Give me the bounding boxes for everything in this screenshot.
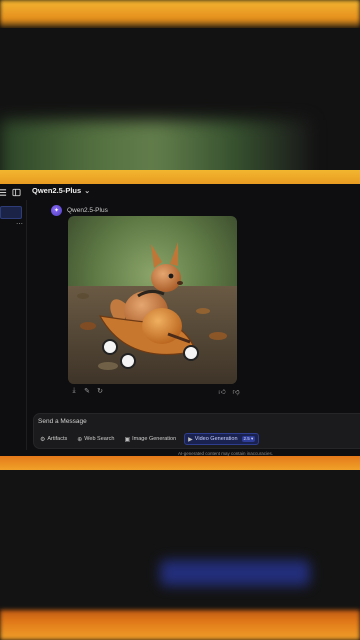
blurred-lower-area bbox=[0, 468, 360, 610]
image-generation-label: Image Generation bbox=[132, 436, 177, 442]
image-generation-chip[interactable]: ▣ Image Generation bbox=[122, 434, 178, 444]
assistant-name: Qwen2.5-Plus bbox=[67, 207, 108, 214]
image-actions-right: 👍︎ 👎︎ bbox=[218, 387, 240, 396]
qwen-logo-icon: ✦ bbox=[51, 205, 62, 216]
sidebar-menu-icon[interactable] bbox=[0, 186, 8, 198]
edit-icon[interactable]: ✎ bbox=[83, 387, 91, 395]
toggle-sidebar-icon[interactable] bbox=[10, 186, 22, 198]
chevron-down-icon: ⌄ bbox=[84, 187, 91, 195]
video-icon: ▶ bbox=[188, 436, 193, 443]
tool-chips: ⚙ Artifacts ⊕ Web Search ▣ Image Generat… bbox=[38, 433, 260, 445]
frame-top-border bbox=[0, 170, 360, 184]
refresh-icon[interactable]: ↻ bbox=[96, 387, 104, 395]
blurred-bottom-band bbox=[0, 610, 360, 640]
blurred-top-band bbox=[0, 0, 360, 28]
artifacts-icon: ⚙ bbox=[40, 436, 46, 443]
generated-image[interactable] bbox=[68, 216, 237, 384]
model-selector[interactable]: Qwen2.5-Plus ⌄ bbox=[32, 186, 90, 195]
download-icon[interactable]: ⤓ bbox=[70, 387, 78, 395]
sidebar bbox=[0, 200, 27, 450]
blurred-upper-area bbox=[0, 28, 360, 198]
video-version-badge[interactable]: 2.5 ▾ bbox=[241, 436, 256, 442]
message-input[interactable]: Send a Message bbox=[38, 418, 87, 425]
artifacts-label: Artifacts bbox=[47, 436, 68, 442]
disclaimer-text: AI-generated content may contain inaccur… bbox=[178, 451, 274, 456]
image-actions-left: ⤓ ✎ ↻ bbox=[70, 387, 104, 395]
thumbs-up-icon[interactable]: 👍︎ bbox=[218, 387, 226, 396]
artifacts-chip[interactable]: ⚙ Artifacts bbox=[38, 434, 69, 444]
web-search-label: Web Search bbox=[84, 436, 115, 442]
blurred-chip bbox=[160, 560, 310, 586]
more-options-icon[interactable]: ⋯ bbox=[16, 220, 23, 228]
assistant-header: ✦ Qwen2.5-Plus bbox=[51, 205, 108, 216]
web-search-chip[interactable]: ⊕ Web Search bbox=[75, 434, 116, 444]
thumbs-down-icon[interactable]: 👎︎ bbox=[232, 387, 240, 396]
image-icon: ▣ bbox=[124, 436, 131, 443]
video-generation-label: Video Generation bbox=[194, 436, 238, 442]
sidebar-item-active[interactable] bbox=[0, 206, 22, 219]
model-name: Qwen2.5-Plus bbox=[32, 186, 82, 195]
video-generation-chip[interactable]: ▶ Video Generation 2.5 ▾ bbox=[184, 433, 260, 445]
globe-icon: ⊕ bbox=[77, 436, 83, 443]
frame-bottom-border bbox=[0, 456, 360, 470]
